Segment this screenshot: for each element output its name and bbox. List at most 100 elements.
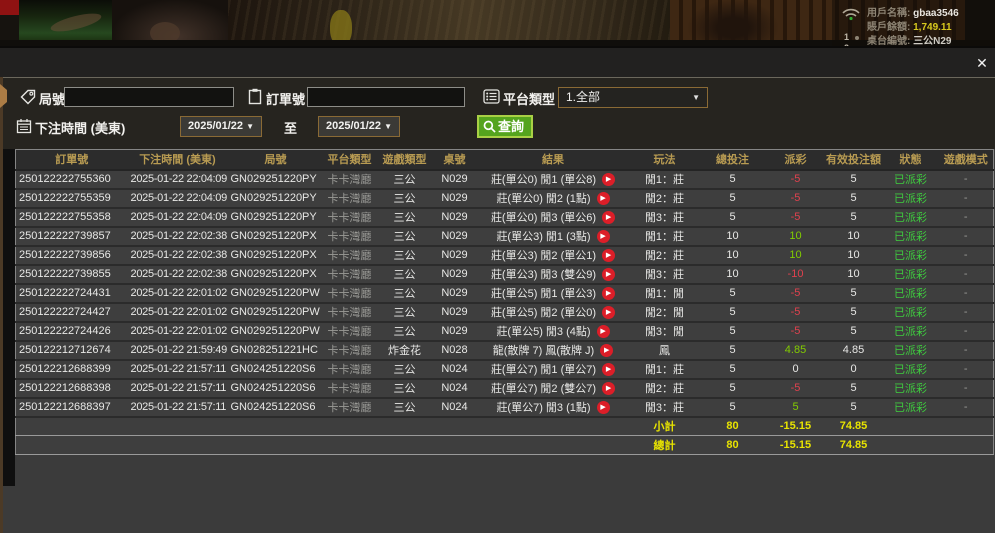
play-video-button[interactable]: ▶ <box>596 229 610 243</box>
subtotal-row: 小計 80 -15.15 74.85 <box>15 416 994 436</box>
cell-order-no: 250122222724427 <box>15 302 128 323</box>
play-video-button[interactable]: ▶ <box>602 362 616 376</box>
table-row: 250122212712674 2025-01-22 21:59:49 GN0282… <box>15 340 994 361</box>
play-video-button[interactable]: ▶ <box>602 305 616 319</box>
cell-table-no: N024 <box>433 397 476 418</box>
result-text: 莊(單公3) 閒1 (3點) <box>496 231 591 243</box>
cell-payout: 10 <box>766 226 825 247</box>
cell-valid-bet: 10 <box>824 245 883 266</box>
table-row: 250122222739857 2025-01-22 22:02:38 GN0292… <box>15 226 994 247</box>
table-row: 250122212688399 2025-01-22 21:57:11 GN0242… <box>15 359 994 380</box>
play-video-button[interactable]: ▶ <box>602 172 616 186</box>
order-number-label: 訂單號 <box>266 92 306 107</box>
cell-status: 已派彩 <box>882 302 939 323</box>
cell-bet-time: 2025-01-22 22:02:38 <box>127 264 228 285</box>
cell-valid-bet: 5 <box>824 283 883 304</box>
cell-result: 莊(單公3) 閒2 (單公1) ▶ <box>475 245 631 266</box>
search-button[interactable]: 查詢 <box>477 115 534 138</box>
cell-total-bet: 5 <box>698 302 767 323</box>
cell-order-no: 250122212688397 <box>15 397 128 418</box>
cell-play-type: 閒1：莊 <box>630 169 699 190</box>
date-from-value: 2025/01/22 <box>187 120 244 132</box>
date-to-picker[interactable]: 2025/01/22 ▼ <box>318 116 400 137</box>
cell-table-no: N024 <box>433 378 476 399</box>
cell-bet-time: 2025-01-22 21:57:11 <box>127 359 228 380</box>
cell-round-no: GN029251220PX <box>227 264 324 285</box>
play-video-button[interactable]: ▶ <box>602 248 616 262</box>
round-number-input[interactable] <box>64 87 234 107</box>
cell-game-mode: - <box>938 340 994 361</box>
cell-platform: 卡卡灣廳 <box>323 169 376 190</box>
cell-total-bet: 10 <box>698 264 767 285</box>
play-video-button[interactable]: ▶ <box>602 286 616 300</box>
column-header: 桌號 <box>433 149 476 171</box>
cell-game-type: 三公 <box>375 283 434 304</box>
result-text: 莊(單公5) 閒1 (單公3) <box>490 288 597 300</box>
column-header: 遊戲類型 <box>375 149 434 171</box>
cell-status: 已派彩 <box>882 169 939 190</box>
cell-total-bet: 5 <box>698 397 767 418</box>
play-video-button[interactable]: ▶ <box>596 400 610 414</box>
date-from-picker[interactable]: 2025/01/22 ▼ <box>180 116 262 137</box>
clipboard-icon <box>247 88 263 110</box>
play-video-button[interactable]: ▶ <box>602 267 616 281</box>
sum-spacer <box>882 416 994 436</box>
cell-table-no: N029 <box>433 283 476 304</box>
sum-spacer <box>15 435 631 455</box>
table-row: 250122222724431 2025-01-22 22:01:02 GN0292… <box>15 283 994 304</box>
table-row: 250122222755359 2025-01-22 22:04:09 GN0292… <box>15 188 994 209</box>
cell-total-bet: 5 <box>698 207 767 228</box>
cell-order-no: 250122222739856 <box>15 245 128 266</box>
play-video-button[interactable]: ▶ <box>602 210 616 224</box>
cell-round-no: GN029251220PY <box>227 207 324 228</box>
cell-total-bet: 5 <box>698 169 767 190</box>
bet-history-table: 訂單號 下注時間 (美東) 局號 平台類型 遊戲類型 桌號 結果 玩法 總投注 派彩 有效投注額 狀態… <box>15 149 994 455</box>
cell-game-mode: - <box>938 226 994 247</box>
cell-game-mode: - <box>938 207 994 228</box>
cell-table-no: N029 <box>433 188 476 209</box>
cell-result: 莊(單公7) 閒3 (1點) ▶ <box>475 397 631 418</box>
cell-result: 莊(單公0) 閒2 (1點) ▶ <box>475 188 631 209</box>
marker-dot-icon <box>855 35 860 40</box>
cell-platform: 卡卡灣廳 <box>323 188 376 209</box>
cell-order-no: 250122222755358 <box>15 207 128 228</box>
cell-total-bet: 5 <box>698 321 767 342</box>
tag-icon <box>20 89 36 110</box>
cell-bet-time: 2025-01-22 21:57:11 <box>127 378 228 399</box>
cell-total-bet: 5 <box>698 359 767 380</box>
cell-status: 已派彩 <box>882 207 939 228</box>
cell-order-no: 250122222739857 <box>15 226 128 247</box>
cell-game-mode: - <box>938 397 994 418</box>
table-row: 250122212688398 2025-01-22 21:57:11 GN0242… <box>15 378 994 399</box>
sum-payout: -15.15 <box>766 416 825 436</box>
play-video-button[interactable]: ▶ <box>600 343 614 357</box>
cell-game-type: 三公 <box>375 169 434 190</box>
cell-result: 莊(單公7) 閒2 (雙公7) ▶ <box>475 378 631 399</box>
cell-game-mode: - <box>938 321 994 342</box>
cell-round-no: GN029251220PY <box>227 188 324 209</box>
play-video-button[interactable]: ▶ <box>596 324 610 338</box>
cell-order-no: 250122212712674 <box>15 340 128 361</box>
play-video-button[interactable]: ▶ <box>602 381 616 395</box>
table-marker-1[interactable]: 1 <box>844 32 860 42</box>
play-video-button[interactable]: ▶ <box>596 191 610 205</box>
cell-bet-time: 2025-01-22 22:01:02 <box>127 302 228 323</box>
cell-table-no: N029 <box>433 226 476 247</box>
column-header: 訂單號 <box>15 149 128 171</box>
cell-payout: -5 <box>766 321 825 342</box>
cell-valid-bet: 5 <box>824 397 883 418</box>
cell-payout: 0 <box>766 359 825 380</box>
platform-type-select[interactable]: 1.全部 ▼ <box>558 87 708 108</box>
cell-order-no: 250122212688398 <box>15 378 128 399</box>
cell-game-type: 三公 <box>375 226 434 247</box>
cell-total-bet: 5 <box>698 340 767 361</box>
cell-play-type: 閒3：莊 <box>630 207 699 228</box>
sum-total-bet: 80 <box>698 435 767 455</box>
cell-total-bet: 5 <box>698 283 767 304</box>
close-icon[interactable]: ✕ <box>974 55 990 71</box>
order-number-input[interactable] <box>307 87 465 107</box>
cell-game-type: 三公 <box>375 397 434 418</box>
cell-status: 已派彩 <box>882 283 939 304</box>
column-header: 遊戲模式 <box>938 149 994 171</box>
cell-order-no: 250122222755359 <box>15 188 128 209</box>
